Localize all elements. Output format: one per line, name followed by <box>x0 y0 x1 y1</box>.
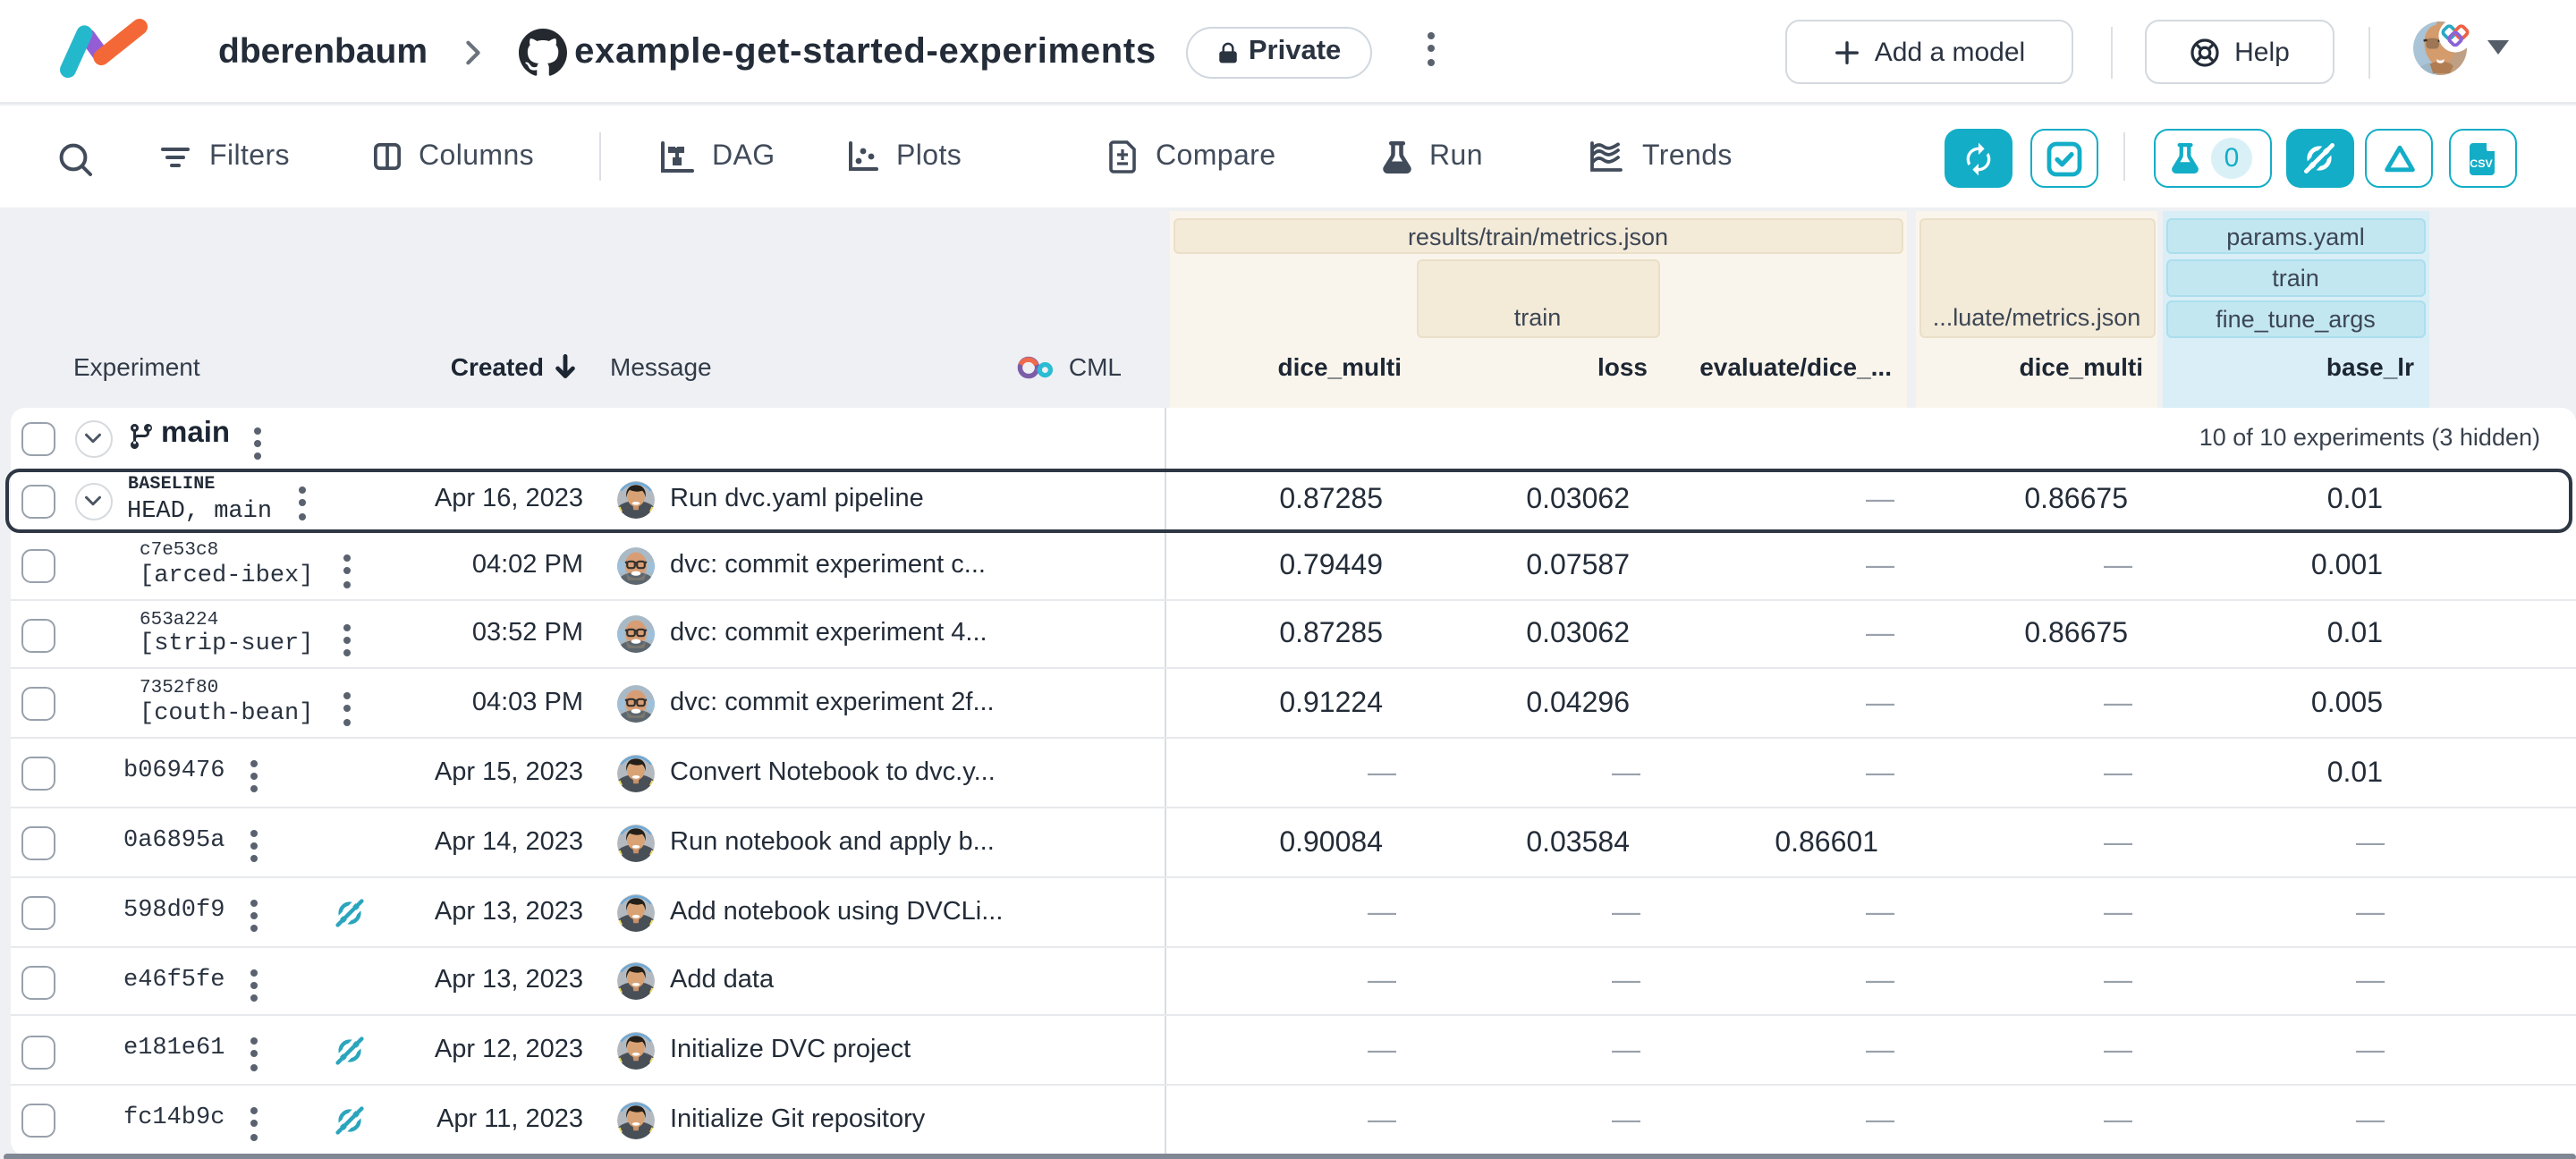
svg-text:CSV: CSV <box>2470 157 2493 169</box>
